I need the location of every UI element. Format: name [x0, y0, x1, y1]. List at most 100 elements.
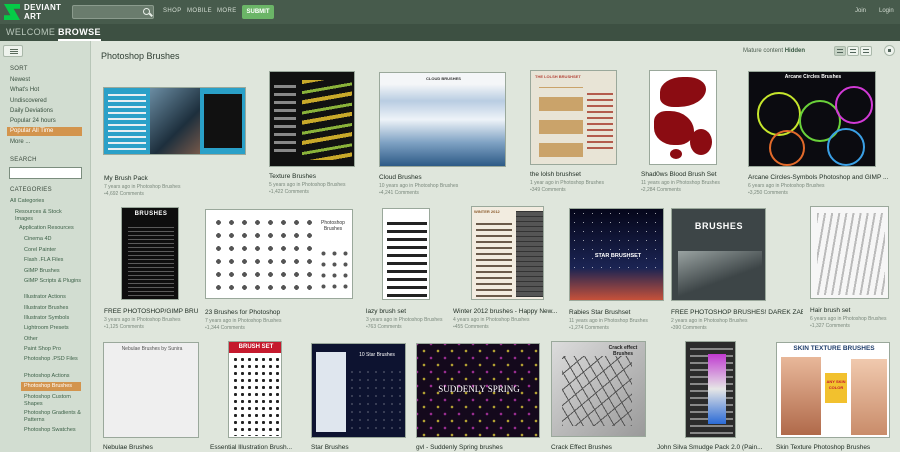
thumb-winter-2012[interactable]: WINTER 2012: [471, 206, 544, 300]
thumb-free-photoshop-gimp[interactable]: BRUSHES: [121, 207, 179, 300]
item-comments[interactable]: 3,250 Comments: [748, 190, 788, 196]
sort-newest[interactable]: Newest: [10, 77, 30, 83]
item-title[interactable]: Cloud Brushes: [379, 174, 504, 181]
tab-browse[interactable]: BROWSE: [58, 27, 101, 41]
item-comments[interactable]: 4,692 Comments: [104, 191, 144, 197]
view-grid-large-button[interactable]: [834, 46, 846, 56]
cat-paint-shop[interactable]: Paint Shop Pro: [24, 346, 61, 353]
cat-ps-brushes[interactable]: Photoshop Brushes: [21, 382, 81, 391]
login-link[interactable]: Login: [879, 8, 894, 14]
thumb-hair-brush-set[interactable]: [810, 206, 889, 299]
nav-shop[interactable]: SHOP: [163, 8, 182, 14]
top-bar: DEVIANT ART SHOP MOBILE MORE SUBMIT Join…: [0, 0, 900, 24]
cat-illustrator-actions[interactable]: Illustrator Actions: [24, 294, 66, 301]
item-comments[interactable]: 349 Comments: [530, 187, 566, 193]
cat-resources-stock[interactable]: Resources & Stock Images: [15, 209, 75, 222]
sort-popular-all-time[interactable]: Popular All Time: [7, 127, 82, 136]
item-comments[interactable]: 763 Comments: [366, 324, 402, 330]
thumb-john-silva-smudge[interactable]: [685, 341, 736, 438]
item-title[interactable]: gvl - Suddenly Spring brushes: [416, 444, 540, 451]
thumb-lazy-brush-set[interactable]: [382, 208, 430, 300]
view-grid-small-button[interactable]: [847, 46, 859, 56]
item-comments[interactable]: 1,344 Comments: [205, 325, 245, 331]
cat-lightroom[interactable]: Lightroom Presets: [24, 325, 69, 332]
cat-illustrator-symbols[interactable]: Illustrator Symbols: [24, 315, 69, 322]
thumb-essential-illustration[interactable]: BRUSH SET: [228, 341, 282, 438]
item-title[interactable]: Star Brushes: [311, 444, 401, 451]
item-title[interactable]: Hair brush set: [810, 307, 890, 314]
item-comments[interactable]: 1,422 Comments: [269, 189, 309, 195]
thumb-blood-brush-set[interactable]: [649, 70, 717, 165]
item-comments[interactable]: 1,125 Comments: [104, 324, 144, 330]
cat-all[interactable]: All Categories: [10, 198, 44, 205]
options-button[interactable]: [884, 45, 895, 56]
cat-corel-painter[interactable]: Corel Painter: [24, 247, 56, 254]
item-comments[interactable]: 1,327 Comments: [810, 323, 850, 329]
thumb-lolsh-brushset[interactable]: THE LOLSH BRUSHSET: [530, 70, 617, 165]
item-title[interactable]: Texture Brushes: [269, 173, 359, 180]
cat-flash[interactable]: Flash .FLA Files: [24, 257, 63, 264]
item-title[interactable]: My Brush Pack: [104, 175, 244, 182]
thumb-label: Nebulae Brushes by Sunira: [121, 346, 183, 352]
item-comments[interactable]: 1,274 Comments: [569, 325, 609, 331]
item-comments[interactable]: 455 Comments: [453, 324, 489, 330]
item-title[interactable]: lazy brush set: [366, 308, 446, 315]
sort-popular-24[interactable]: Popular 24 hours: [10, 118, 56, 124]
cat-other[interactable]: Other: [24, 336, 38, 343]
cat-illustrator-brushes[interactable]: Illustrator Brushes: [24, 305, 68, 312]
cat-gimp-brushes[interactable]: GIMP Brushes: [24, 268, 60, 275]
search-input[interactable]: [72, 5, 154, 19]
sort-whats-hot[interactable]: What's Hot: [10, 87, 39, 93]
item-title[interactable]: Crack Effect Brushes: [551, 444, 646, 451]
item-comments[interactable]: 2,284 Comments: [641, 187, 681, 193]
item-title[interactable]: Rabies Star Brushset: [569, 309, 664, 316]
item-title[interactable]: Shad0ws Blood Brush Set: [641, 171, 736, 178]
thumb-rabies-star[interactable]: STAR BRUSHSET: [569, 208, 664, 301]
thumb-star-brushes[interactable]: 10 Star Brushes: [311, 343, 406, 438]
cat-application-resources[interactable]: Application Resources: [19, 225, 74, 232]
item-title[interactable]: Arcane Circles-Symbols Photoshop and GIM…: [748, 174, 896, 181]
search-icon[interactable]: [143, 8, 150, 15]
cat-psd[interactable]: Photoshop .PSD Files: [24, 356, 82, 363]
sort-undiscovered[interactable]: Undiscovered: [10, 98, 47, 104]
mature-content-toggle[interactable]: Mature content Hidden: [743, 48, 805, 54]
join-link[interactable]: Join: [855, 8, 866, 14]
item-comments[interactable]: 390 Comments: [671, 325, 707, 331]
submit-button[interactable]: SUBMIT: [242, 5, 274, 19]
thumb-arcane-circles[interactable]: Arcane Circles Brushes: [748, 71, 876, 167]
sort-daily-deviations[interactable]: Daily Deviations: [10, 108, 53, 114]
deviantart-logo[interactable]: DEVIANT ART: [4, 3, 64, 21]
cat-ps-gradients[interactable]: Photoshop Gradients & Patterns: [24, 410, 84, 423]
thumb-skin-texture[interactable]: SKIN TEXTURE BRUSHES ANY SKIN COLOR: [776, 342, 890, 438]
thumb-darek-zab[interactable]: BRUSHES: [671, 208, 766, 301]
thumb-cloud-brushes[interactable]: CLOUD BRUSHES: [379, 72, 506, 167]
thumb-crack-effect[interactable]: Crack effect Brushes: [551, 341, 646, 437]
cat-ps-actions[interactable]: Photoshop Actions: [24, 373, 70, 380]
cat-cinema4d[interactable]: Cinema 4D: [24, 236, 52, 243]
nav-more[interactable]: MORE: [217, 8, 237, 14]
cat-ps-swatches[interactable]: Photoshop Swatches: [24, 427, 76, 434]
nav-mobile[interactable]: MOBILE: [187, 8, 212, 14]
item-title[interactable]: Nebulae Brushes: [103, 444, 199, 451]
thumb-texture-brushes[interactable]: [269, 71, 355, 167]
view-list-button[interactable]: [860, 46, 872, 56]
thumb-suddenly-spring[interactable]: SUDDENLY SPRING: [416, 343, 540, 438]
sidebar-search-input[interactable]: [9, 167, 82, 179]
item-title[interactable]: FREE PHOTOSHOP/GIMP BRU...: [104, 308, 199, 315]
thumb-23-brushes[interactable]: Photoshop Brushes: [205, 209, 353, 299]
sidebar-toggle-button[interactable]: [3, 45, 23, 57]
cat-gimp-scripts[interactable]: GIMP Scripts & Plugins: [24, 278, 82, 285]
thumb-my-brush-pack[interactable]: [103, 87, 246, 155]
item-title[interactable]: 23 Brushes for Photoshop: [205, 309, 345, 316]
item-title[interactable]: Essential Illustration Brush...: [210, 444, 300, 451]
item-title[interactable]: John Silva Smudge Pack 2.0 (Pain...: [657, 444, 767, 451]
item-title[interactable]: FREE PHOTOSHOP BRUSHES! DAREK ZAB...: [671, 309, 803, 316]
item-title[interactable]: Winter 2012 brushes - Happy New...: [453, 308, 563, 315]
item-comments[interactable]: 4,241 Comments: [379, 190, 419, 196]
item-title[interactable]: the lolsh brushset: [530, 171, 620, 178]
thumb-nebulae-brushes[interactable]: Nebulae Brushes by Sunira: [103, 342, 199, 438]
sort-more[interactable]: More ...: [10, 139, 30, 145]
item-title[interactable]: Skin Texture Photoshop Brushes: [776, 444, 894, 451]
tab-welcome[interactable]: WELCOME: [6, 27, 55, 37]
cat-ps-shapes[interactable]: Photoshop Custom Shapes: [24, 394, 82, 407]
